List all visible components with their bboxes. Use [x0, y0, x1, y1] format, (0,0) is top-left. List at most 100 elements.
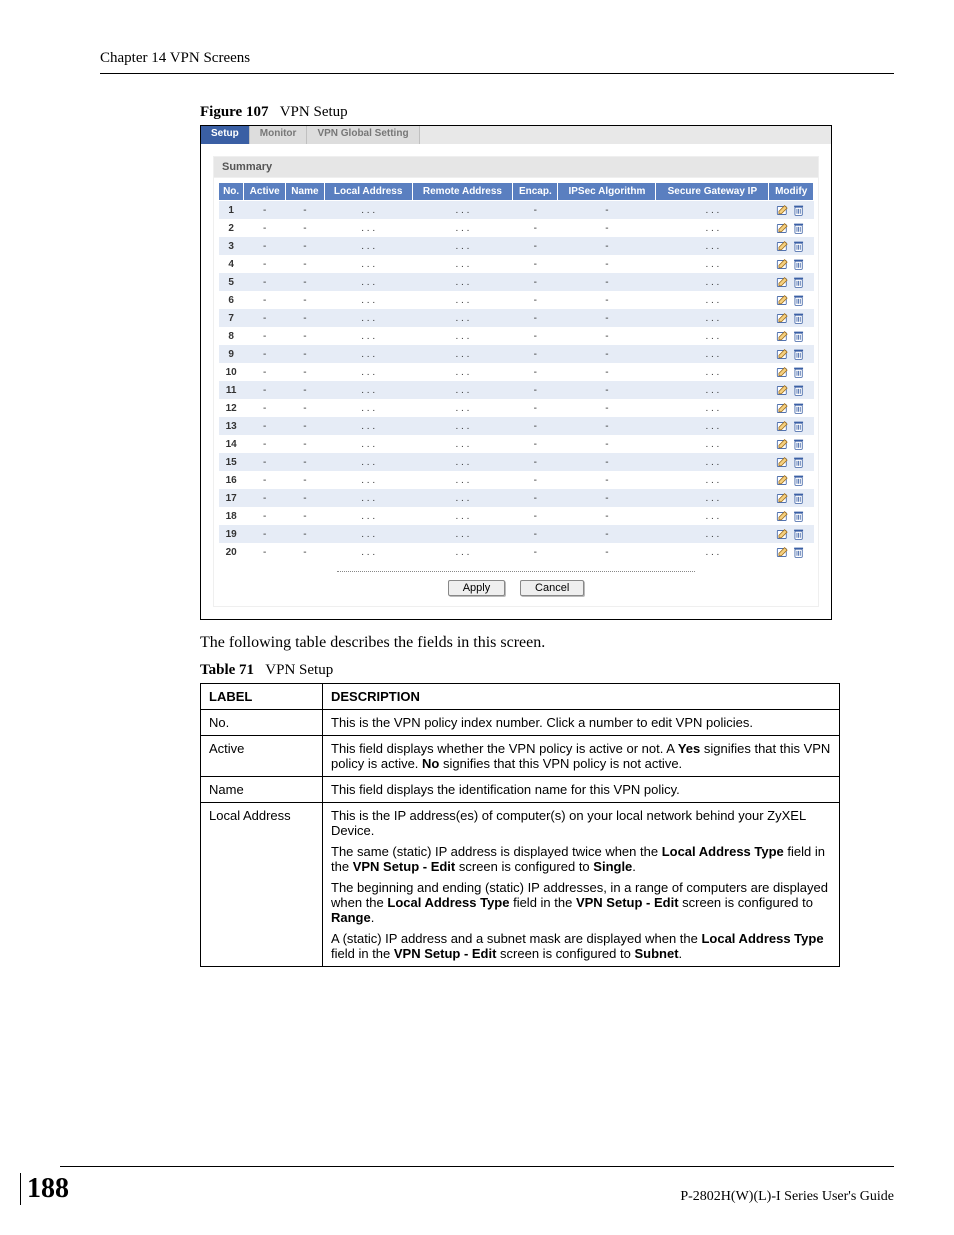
table-row: 9--. . .. . .--. . . [219, 345, 814, 363]
cell-active: - [244, 435, 286, 453]
cell-active: - [244, 381, 286, 399]
cell-no[interactable]: 15 [219, 453, 244, 471]
desc-row-active: Active This field displays whether the V… [201, 736, 840, 777]
cell-secure-gateway: . . . [656, 327, 769, 345]
cell-encap: - [513, 363, 558, 381]
cell-secure-gateway: . . . [656, 525, 769, 543]
cell-no[interactable]: 6 [219, 291, 244, 309]
delete-icon[interactable] [792, 294, 806, 307]
cell-encap: - [513, 471, 558, 489]
cell-no[interactable]: 4 [219, 255, 244, 273]
delete-icon[interactable] [792, 258, 806, 271]
edit-icon[interactable] [776, 402, 790, 415]
cell-no[interactable]: 12 [219, 399, 244, 417]
delete-icon[interactable] [792, 456, 806, 469]
cell-no[interactable]: 8 [219, 327, 244, 345]
edit-icon[interactable] [776, 546, 790, 559]
delete-icon[interactable] [792, 420, 806, 433]
cell-no[interactable]: 20 [219, 543, 244, 561]
edit-icon[interactable] [776, 294, 790, 307]
edit-icon[interactable] [776, 474, 790, 487]
cell-no[interactable]: 2 [219, 219, 244, 237]
delete-icon[interactable] [792, 312, 806, 325]
cell-active: - [244, 471, 286, 489]
delete-icon[interactable] [792, 222, 806, 235]
edit-icon[interactable] [776, 420, 790, 433]
table-title: VPN Setup [265, 662, 333, 678]
edit-icon[interactable] [776, 258, 790, 271]
cell-no[interactable]: 14 [219, 435, 244, 453]
edit-icon[interactable] [776, 384, 790, 397]
edit-icon[interactable] [776, 510, 790, 523]
cell-modify [769, 417, 814, 435]
edit-icon[interactable] [776, 348, 790, 361]
tab-vpn-global-setting[interactable]: VPN Global Setting [307, 126, 419, 144]
edit-icon[interactable] [776, 276, 790, 289]
cell-no[interactable]: 10 [219, 363, 244, 381]
tab-monitor[interactable]: Monitor [250, 126, 308, 144]
cell-local-address: . . . [324, 417, 412, 435]
table-caption: Table 71 VPN Setup [200, 662, 894, 679]
cell-secure-gateway: . . . [656, 219, 769, 237]
cell-no[interactable]: 13 [219, 417, 244, 435]
delete-icon[interactable] [792, 510, 806, 523]
cell-name: - [286, 219, 325, 237]
cancel-button[interactable]: Cancel [520, 580, 584, 596]
cell-no[interactable]: 17 [219, 489, 244, 507]
delete-icon[interactable] [792, 240, 806, 253]
tab-setup[interactable]: Setup [201, 126, 250, 144]
delete-icon[interactable] [792, 384, 806, 397]
cell-no[interactable]: 5 [219, 273, 244, 291]
delete-icon[interactable] [792, 276, 806, 289]
delete-icon[interactable] [792, 204, 806, 217]
cell-name: - [286, 309, 325, 327]
delete-icon[interactable] [792, 474, 806, 487]
cell-local-address: . . . [324, 525, 412, 543]
delete-icon[interactable] [792, 438, 806, 451]
edit-icon[interactable] [776, 330, 790, 343]
cell-remote-address: . . . [412, 363, 513, 381]
cell-ipsec: - [558, 417, 656, 435]
cell-name: - [286, 507, 325, 525]
delete-icon[interactable] [792, 528, 806, 541]
delete-icon[interactable] [792, 366, 806, 379]
cell-no[interactable]: 9 [219, 345, 244, 363]
edit-icon[interactable] [776, 222, 790, 235]
edit-icon[interactable] [776, 366, 790, 379]
cell-modify [769, 255, 814, 273]
delete-icon[interactable] [792, 492, 806, 505]
delete-icon[interactable] [792, 348, 806, 361]
guide-name: P-2802H(W)(L)-I Series User's Guide [680, 1189, 894, 1205]
cell-remote-address: . . . [412, 543, 513, 561]
cell-local-address: . . . [324, 453, 412, 471]
desc-head-label: LABEL [201, 684, 323, 710]
cell-no[interactable]: 11 [219, 381, 244, 399]
cell-secure-gateway: . . . [656, 273, 769, 291]
edit-icon[interactable] [776, 312, 790, 325]
edit-icon[interactable] [776, 492, 790, 505]
col-active: Active [244, 183, 286, 201]
cell-ipsec: - [558, 237, 656, 255]
edit-icon[interactable] [776, 438, 790, 451]
cell-secure-gateway: . . . [656, 255, 769, 273]
cell-no[interactable]: 18 [219, 507, 244, 525]
edit-icon[interactable] [776, 240, 790, 253]
apply-button[interactable]: Apply [448, 580, 506, 596]
cell-no[interactable]: 16 [219, 471, 244, 489]
cell-no[interactable]: 1 [219, 201, 244, 220]
cell-no[interactable]: 7 [219, 309, 244, 327]
cell-encap: - [513, 417, 558, 435]
edit-icon[interactable] [776, 204, 790, 217]
cell-local-address: . . . [324, 291, 412, 309]
cell-no[interactable]: 19 [219, 525, 244, 543]
delete-icon[interactable] [792, 546, 806, 559]
edit-icon[interactable] [776, 456, 790, 469]
edit-icon[interactable] [776, 528, 790, 541]
table-row: 13--. . .. . .--. . . [219, 417, 814, 435]
cell-no[interactable]: 3 [219, 237, 244, 255]
delete-icon[interactable] [792, 330, 806, 343]
cell-name: - [286, 453, 325, 471]
table-row: 16--. . .. . .--. . . [219, 471, 814, 489]
delete-icon[interactable] [792, 402, 806, 415]
cell-modify [769, 435, 814, 453]
